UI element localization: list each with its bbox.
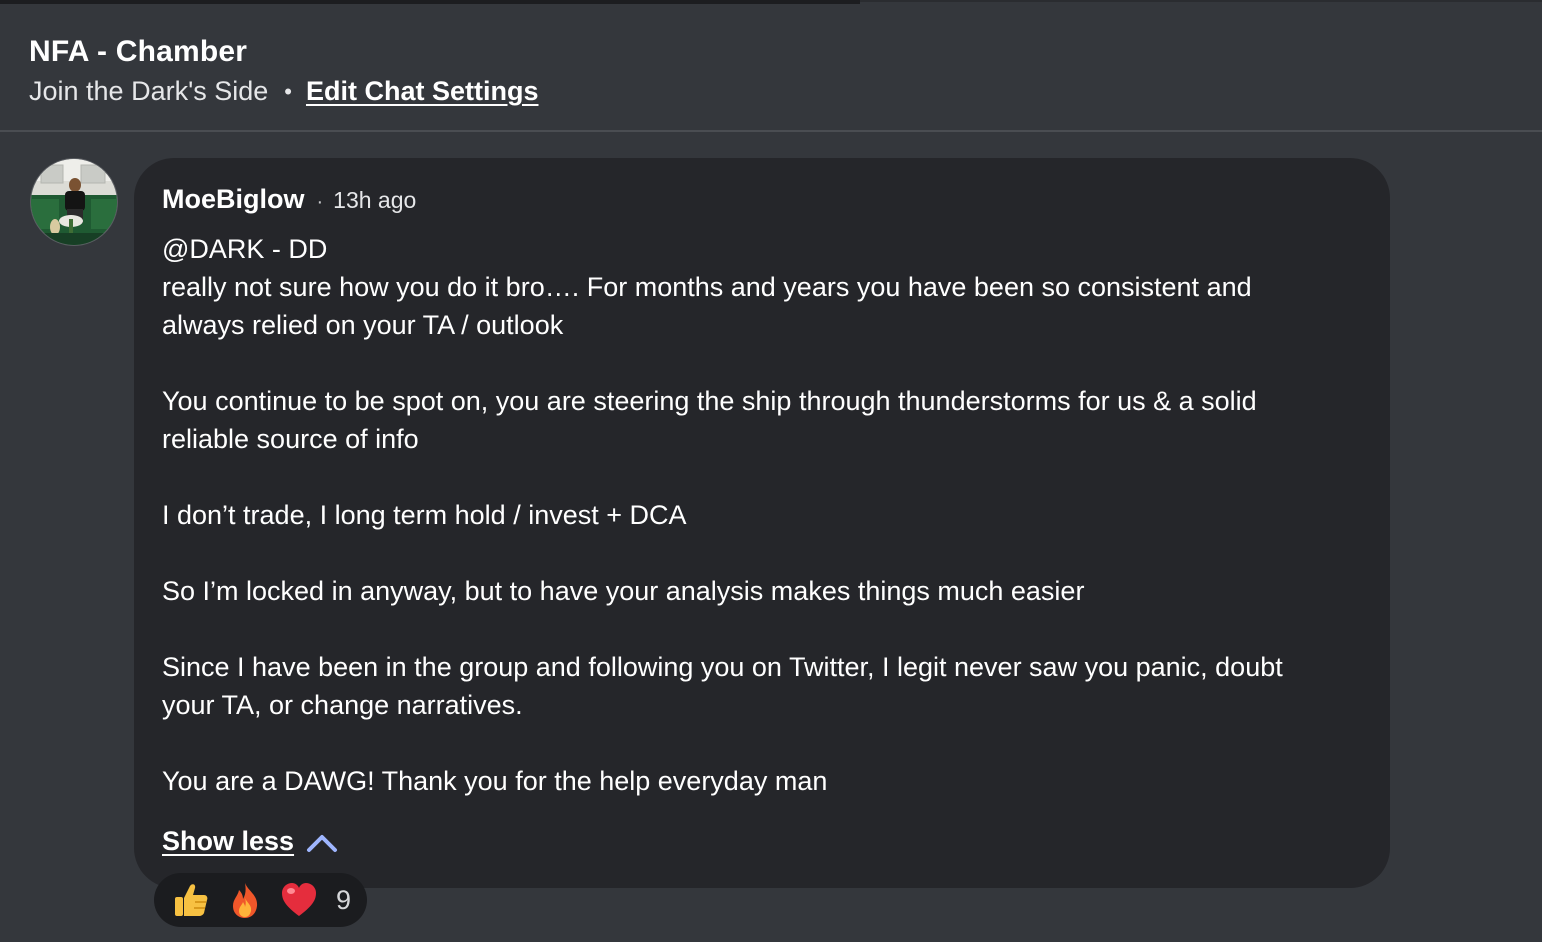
chevron-up-icon: [307, 834, 338, 852]
chat-description: Join the Dark's Side: [29, 76, 269, 106]
chat-title: NFA - Chamber: [29, 35, 248, 68]
message-line: really not sure how you do it bro…. For …: [162, 272, 1252, 302]
message-line: I don’t trade, I long term hold / invest…: [162, 500, 687, 530]
show-less-label: Show less: [162, 826, 295, 856]
avatar[interactable]: [30, 158, 118, 246]
message-timestamp: 13h ago: [333, 187, 417, 213]
author-name[interactable]: MoeBiglow: [162, 184, 305, 215]
message-line: @DARK - DD: [162, 234, 328, 264]
message-line: your TA, or change narratives.: [162, 690, 523, 720]
chat-header: NFA - Chamber Join the Dark's Side • Edi…: [0, 5, 1542, 131]
fire-icon[interactable]: [224, 879, 266, 921]
meta-separator: ·: [316, 191, 324, 213]
message-line: So I’m locked in anyway, but to have you…: [162, 576, 1085, 606]
message-meta: MoeBiglow · 13h ago: [162, 184, 416, 215]
top-edge-dark-segment: [0, 0, 860, 4]
show-less-button[interactable]: Show less: [162, 826, 338, 857]
top-edge-light-segment: [860, 0, 1542, 2]
message-line: Since I have been in the group and follo…: [162, 652, 1283, 682]
bullet-separator: •: [284, 78, 292, 104]
chat-subline: Join the Dark's Side • Edit Chat Setting…: [29, 76, 539, 107]
thumbs-up-icon[interactable]: [170, 879, 212, 921]
message-line: reliable source of info: [162, 424, 419, 454]
avatar-photo: [31, 159, 117, 245]
message-body: @DARK - DD really not sure how you do it…: [162, 230, 1362, 800]
header-divider: [0, 130, 1542, 132]
message-line: always relied on your TA / outlook: [162, 310, 564, 340]
reactions-bar[interactable]: 9: [154, 873, 368, 927]
heart-icon[interactable]: [278, 879, 320, 921]
message-bubble: MoeBiglow · 13h ago @DARK - DD really no…: [134, 158, 1390, 888]
message-line: You continue to be spot on, you are stee…: [162, 386, 1257, 416]
edit-chat-settings-link[interactable]: Edit Chat Settings: [306, 76, 539, 107]
message-line: You are a DAWG! Thank you for the help e…: [162, 766, 828, 796]
reaction-count: 9: [336, 884, 352, 915]
